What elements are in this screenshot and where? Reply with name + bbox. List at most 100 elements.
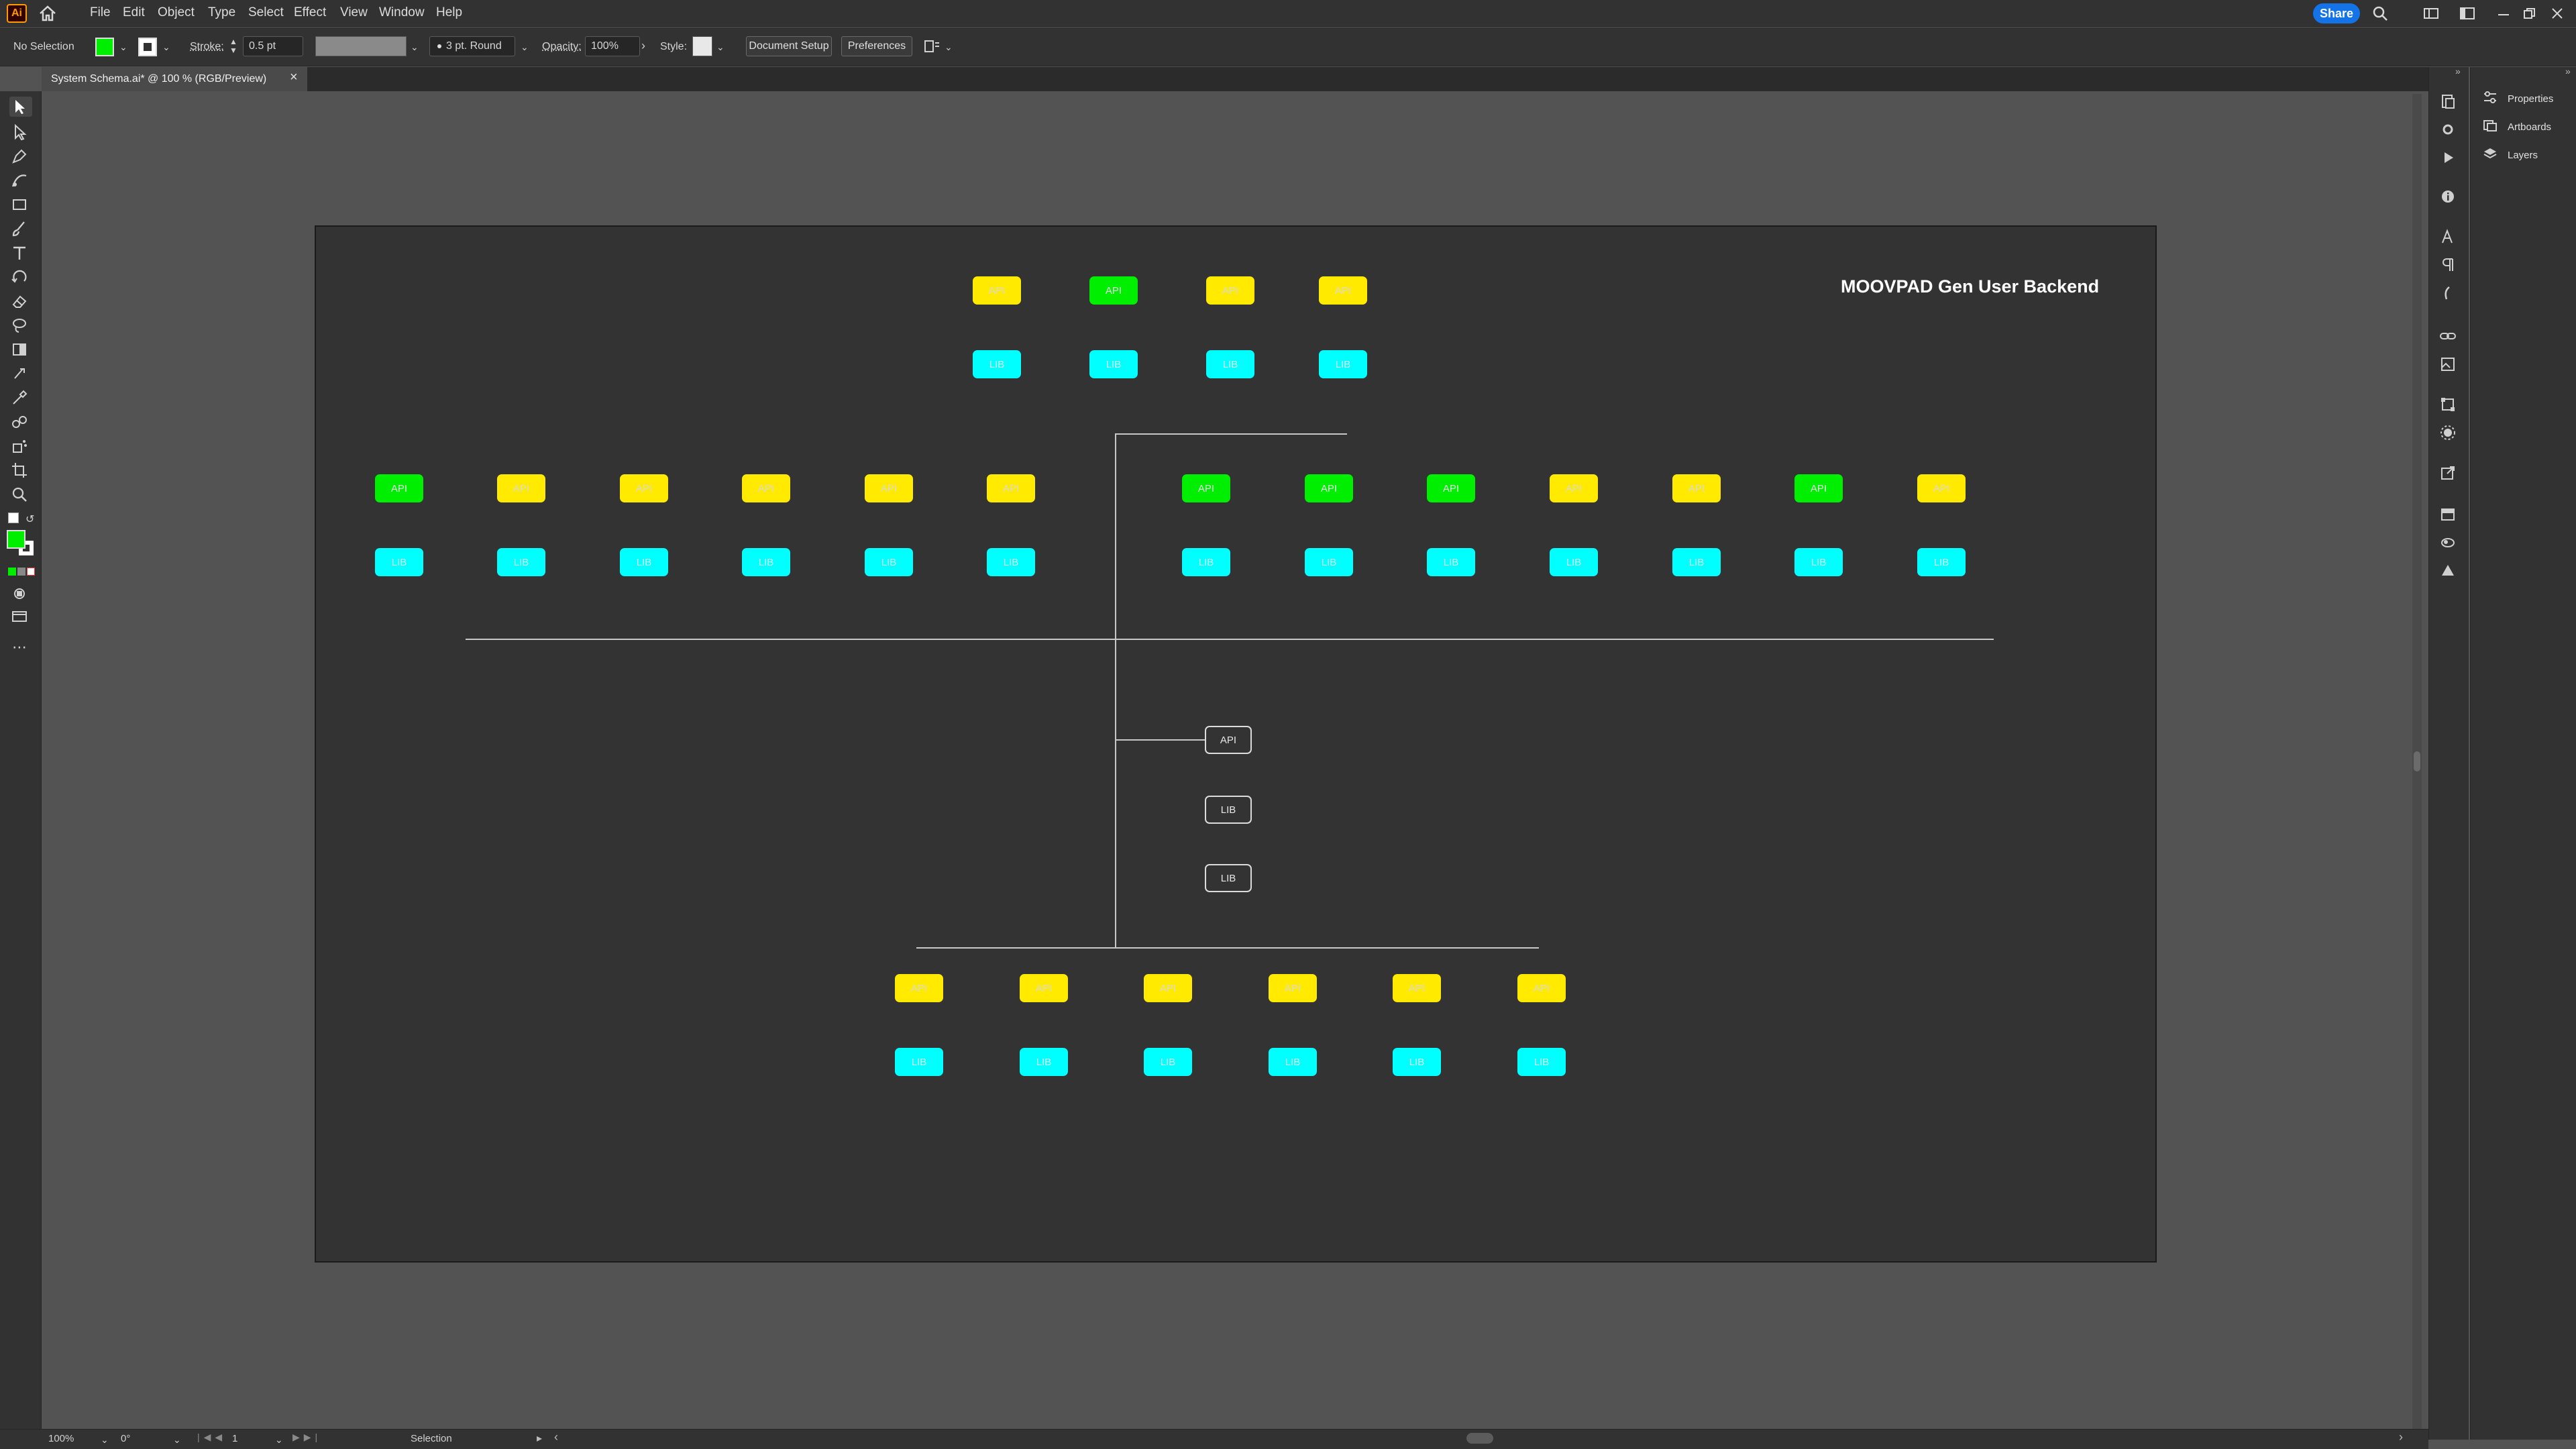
opacity-label[interactable]: Opacity:	[542, 41, 582, 53]
zoom-tool-icon[interactable]	[9, 484, 32, 504]
left-api-node[interactable]: API	[375, 474, 423, 502]
document-tab[interactable]: System Schema.ai* @ 100 % (RGB/Preview)	[42, 67, 307, 91]
panel-tab-layers[interactable]: Layers	[2482, 145, 2538, 165]
symbol-sprayer-tool-icon[interactable]	[9, 436, 32, 456]
gradient-mode-icon[interactable]	[17, 568, 25, 576]
top-lib-node[interactable]: LIB	[1206, 350, 1254, 378]
right-lib-node[interactable]: LIB	[1672, 548, 1721, 576]
top-lib-node[interactable]: LIB	[1089, 350, 1138, 378]
swap-colors-icon[interactable]: ↺	[25, 513, 38, 525]
actions-play-icon[interactable]	[2438, 148, 2458, 168]
artboard-number[interactable]: 1	[232, 1433, 237, 1444]
right-lib-node[interactable]: LIB	[1550, 548, 1598, 576]
left-api-node[interactable]: API	[865, 474, 913, 502]
layers-comp-icon[interactable]	[2438, 561, 2458, 581]
menu-select[interactable]: Select	[248, 5, 284, 20]
artboard-title[interactable]: MOOVPAD Gen User Backend	[1841, 276, 2099, 297]
top-lib-node[interactable]: LIB	[973, 350, 1021, 378]
bottom-api-node[interactable]: API	[1269, 974, 1317, 1002]
bottom-lib-node[interactable]: LIB	[1517, 1048, 1566, 1076]
right-api-node[interactable]: API	[1305, 474, 1353, 502]
asset-export-icon[interactable]	[2438, 504, 2458, 525]
close-window-icon[interactable]	[2549, 5, 2565, 21]
panel-tab-artboards[interactable]: Artboards	[2482, 117, 2551, 137]
eyedropper-tool-icon[interactable]	[9, 388, 32, 408]
panel-tab-properties[interactable]: Properties	[2482, 89, 2553, 109]
mesh-tool-icon[interactable]	[9, 364, 32, 384]
left-api-node[interactable]: API	[620, 474, 668, 502]
menu-file[interactable]: File	[90, 5, 111, 20]
lasso-tool-icon[interactable]	[9, 315, 32, 335]
menu-effect[interactable]: Effect	[294, 5, 326, 20]
top-lib-node[interactable]: LIB	[1319, 350, 1367, 378]
zoom-dropdown-chevron-icon[interactable]: ⌄	[101, 1434, 109, 1446]
left-lib-node[interactable]: LIB	[375, 548, 423, 576]
bottom-api-node[interactable]: API	[1517, 974, 1566, 1002]
menu-window[interactable]: Window	[379, 5, 425, 20]
stroke-stepper-icon[interactable]: ▲ ▼	[229, 38, 239, 56]
home-icon[interactable]	[38, 4, 58, 23]
stroke-swatch[interactable]	[138, 38, 157, 56]
curvature-tool-icon[interactable]	[9, 170, 32, 191]
collapse-panel-icon[interactable]: »	[2565, 66, 2571, 76]
style-dropdown-chevron-icon[interactable]: ⌄	[716, 42, 724, 53]
left-api-node[interactable]: API	[742, 474, 790, 502]
left-lib-node[interactable]: LIB	[987, 548, 1035, 576]
bottom-lib-node[interactable]: LIB	[1144, 1048, 1192, 1076]
tab-close-icon[interactable]: ×	[290, 70, 298, 85]
scroll-left-icon[interactable]: ‹	[554, 1430, 558, 1444]
right-api-node[interactable]: API	[1672, 474, 1721, 502]
stroke-dropdown-chevron-icon[interactable]: ⌄	[162, 42, 170, 53]
transform-icon[interactable]	[2438, 394, 2458, 415]
document-setup-button[interactable]: Document Setup	[746, 36, 832, 56]
status-menu-arrow-icon[interactable]: ▸	[537, 1432, 542, 1445]
rotate-tool-icon[interactable]	[9, 267, 32, 287]
none-mode-icon[interactable]	[27, 568, 35, 576]
character-icon[interactable]	[2438, 227, 2458, 247]
bottom-lib-node[interactable]: LIB	[1269, 1048, 1317, 1076]
brush-definition-dropdown[interactable]: 3 pt. Round	[429, 36, 515, 56]
variable-width-profile[interactable]	[315, 36, 407, 56]
menu-view[interactable]: View	[340, 5, 368, 20]
right-api-node[interactable]: API	[1794, 474, 1843, 502]
collapse-strip-icon[interactable]: »	[2455, 66, 2461, 76]
3d-materials-icon[interactable]	[2438, 533, 2458, 553]
right-lib-node[interactable]: LIB	[1794, 548, 1843, 576]
arrange-dropdown-chevron-icon[interactable]: ⌄	[945, 42, 953, 53]
paintbrush-tool-icon[interactable]	[9, 219, 32, 239]
screen-mode-icon[interactable]	[9, 606, 32, 627]
image-trace-icon[interactable]	[2438, 354, 2458, 374]
eraser-tool-icon[interactable]	[9, 291, 32, 311]
menu-object[interactable]: Object	[158, 5, 195, 20]
workspace-icon[interactable]	[2423, 5, 2439, 21]
artboard-nav-next-icons[interactable]: ▶▶|	[292, 1432, 321, 1443]
restore-icon[interactable]	[2521, 5, 2537, 21]
profile-dropdown-chevron-icon[interactable]: ⌄	[411, 42, 419, 53]
type-tool-icon[interactable]	[9, 243, 32, 263]
right-lib-node[interactable]: LIB	[1182, 548, 1230, 576]
appearance-sun-icon[interactable]	[2438, 423, 2458, 443]
search-icon[interactable]	[2372, 5, 2388, 21]
top-api-node[interactable]: API	[1206, 276, 1254, 305]
info-icon[interactable]	[2438, 186, 2458, 207]
minimize-icon[interactable]	[2496, 5, 2512, 21]
left-lib-node[interactable]: LIB	[497, 548, 545, 576]
right-lib-node[interactable]: LIB	[1305, 548, 1353, 576]
bottom-api-node[interactable]: API	[1020, 974, 1068, 1002]
left-lib-node[interactable]: LIB	[742, 548, 790, 576]
artboard-tool-icon[interactable]	[9, 460, 32, 480]
rotation-dropdown-chevron-icon[interactable]: ⌄	[173, 1434, 181, 1446]
draw-mode-icon[interactable]	[9, 584, 32, 604]
top-api-node[interactable]: API	[1089, 276, 1138, 305]
gradient-tool-icon[interactable]	[9, 339, 32, 360]
selection-tool-icon[interactable]	[9, 97, 32, 117]
brush-dropdown-chevron-icon[interactable]: ⌄	[521, 42, 529, 53]
zoom-level[interactable]: 100%	[48, 1433, 74, 1444]
center-api-node[interactable]: API	[1205, 726, 1252, 754]
left-api-node[interactable]: API	[987, 474, 1035, 502]
default-colors-icon[interactable]	[8, 513, 19, 523]
bottom-lib-node[interactable]: LIB	[895, 1048, 943, 1076]
center-lib-node[interactable]: LIB	[1205, 864, 1252, 892]
center-lib-node[interactable]: LIB	[1205, 796, 1252, 824]
color-mode-icon[interactable]	[8, 568, 16, 576]
